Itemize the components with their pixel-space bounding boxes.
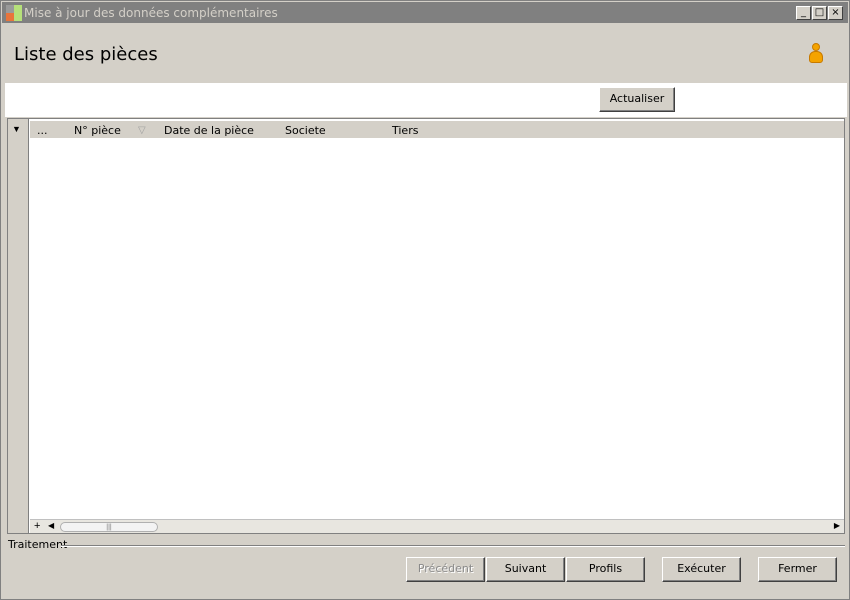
- chevron-down-icon[interactable]: ▼: [12, 124, 21, 134]
- title-bar[interactable]: Mise à jour des données complémentaires …: [2, 2, 848, 23]
- grid-header: ... N° pièce ▽ Date de la pièce Societe …: [30, 121, 844, 138]
- sort-icon[interactable]: ▽: [138, 125, 146, 136]
- scroll-right-icon[interactable]: ▶: [834, 521, 840, 530]
- minimize-button[interactable]: _: [796, 6, 811, 20]
- column-header-third-party[interactable]: Tiers: [392, 124, 418, 137]
- profiles-button[interactable]: Profils: [566, 557, 645, 582]
- parts-grid[interactable]: ▼ ... N° pièce ▽ Date de la pièce Societ…: [7, 118, 845, 534]
- window-title: Mise à jour des données complémentaires: [24, 6, 278, 20]
- column-header-company[interactable]: Societe: [285, 124, 326, 137]
- column-header-more[interactable]: ...: [37, 124, 48, 137]
- close-button[interactable]: Fermer: [758, 557, 837, 582]
- refresh-button[interactable]: Actualiser: [599, 87, 675, 112]
- scroll-left-icon[interactable]: ◀: [48, 521, 54, 530]
- page-header: Liste des pièces: [2, 23, 848, 83]
- user-icon[interactable]: [807, 43, 825, 67]
- toolbar: Actualiser: [5, 83, 847, 117]
- maximize-button[interactable]: □: [812, 6, 827, 20]
- execute-button[interactable]: Exécuter: [662, 557, 741, 582]
- scroll-thumb[interactable]: |||: [60, 522, 158, 532]
- column-header-part-number[interactable]: N° pièce: [74, 124, 121, 137]
- add-row-icon[interactable]: +: [34, 520, 40, 533]
- page-title: Liste des pièces: [14, 44, 158, 65]
- column-header-part-date[interactable]: Date de la pièce: [164, 124, 254, 137]
- next-button[interactable]: Suivant: [486, 557, 565, 582]
- row-selector-column[interactable]: ▼: [8, 119, 29, 533]
- section-label: Traitement: [8, 538, 68, 551]
- horizontal-scrollbar[interactable]: + ◀ ||| ▶: [30, 519, 844, 533]
- close-window-button[interactable]: ×: [828, 6, 843, 20]
- section-divider: [61, 545, 845, 547]
- app-window: Mise à jour des données complémentaires …: [0, 0, 850, 600]
- app-icon: [6, 5, 22, 21]
- previous-button[interactable]: Précédent: [406, 557, 485, 582]
